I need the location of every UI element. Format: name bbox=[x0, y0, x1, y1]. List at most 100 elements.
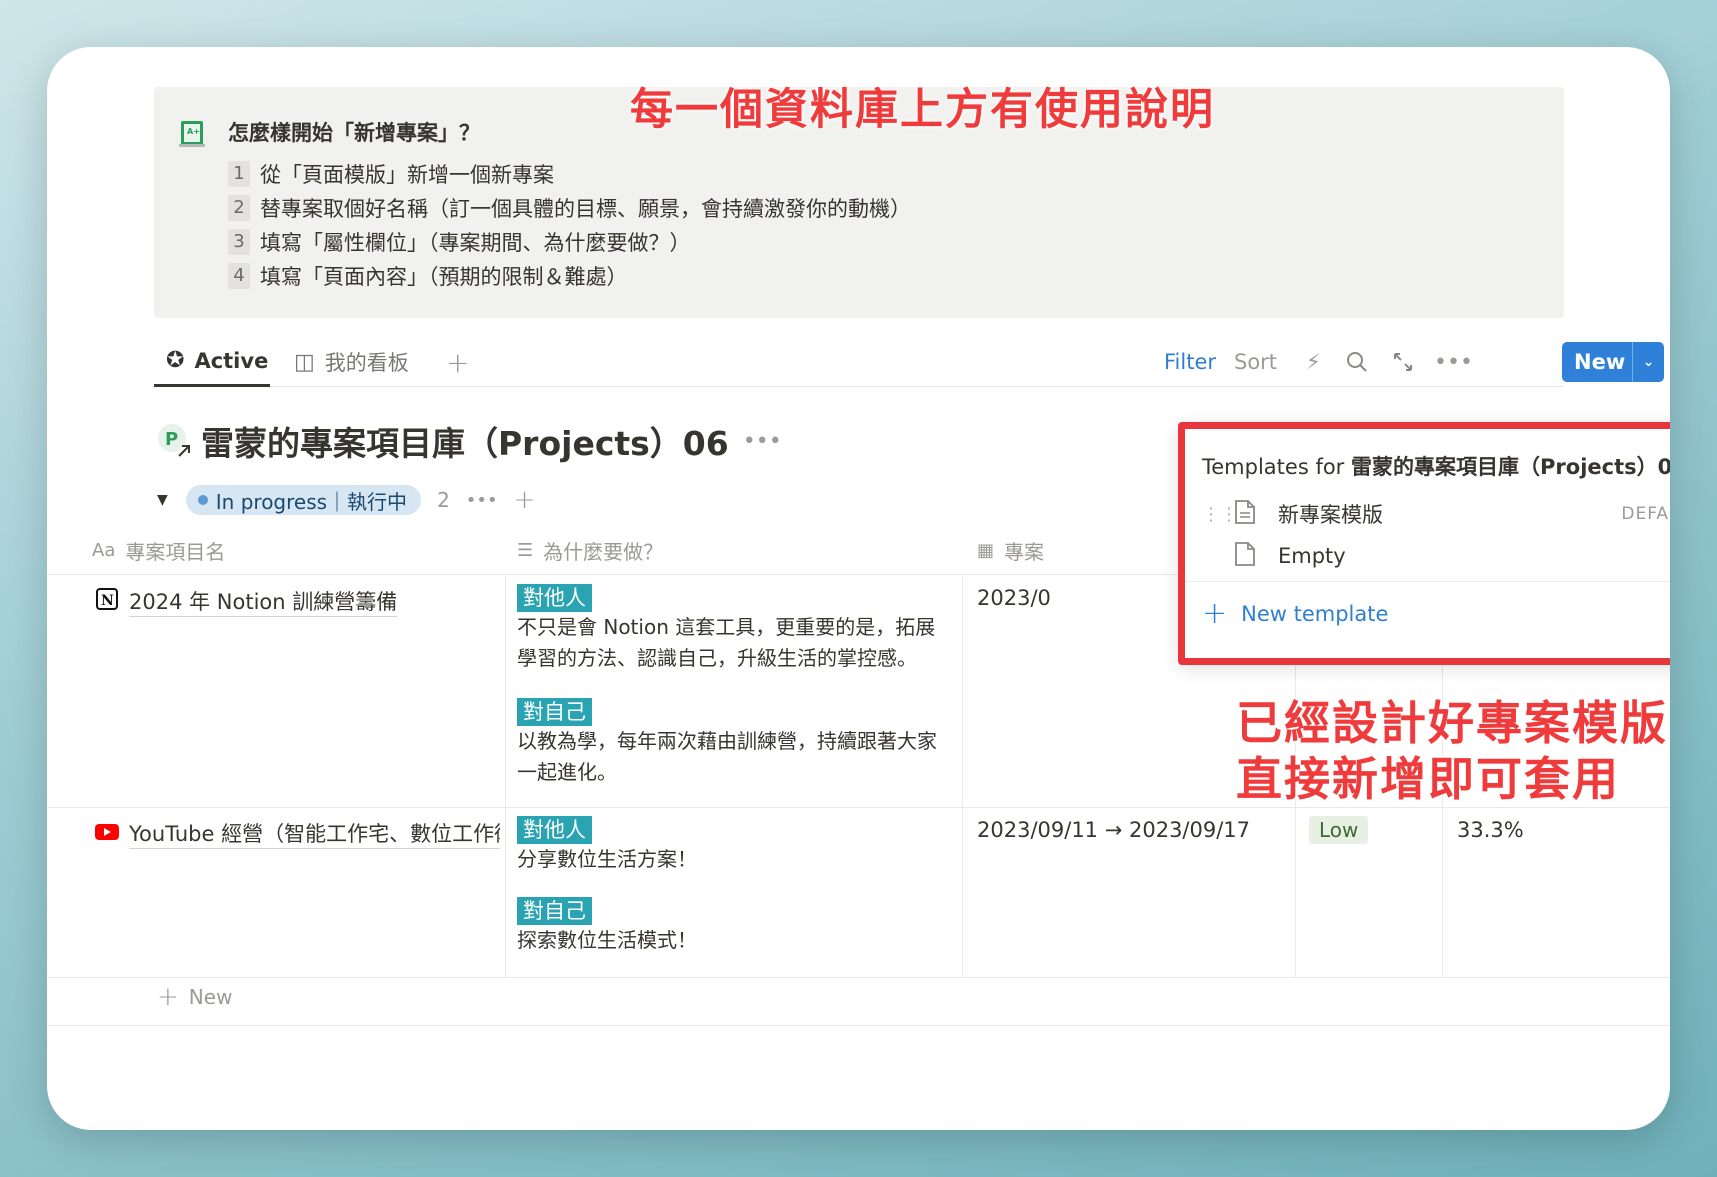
step-number: 3 bbox=[228, 229, 250, 255]
new-button[interactable]: New ⌄ bbox=[1562, 342, 1664, 382]
drag-handle-icon[interactable]: ⋮⋮ bbox=[1202, 504, 1238, 525]
column-label: 專案項目名 bbox=[125, 539, 226, 564]
add-view-button[interactable]: + bbox=[446, 337, 469, 387]
date-cell[interactable]: 2023/09/11 → 2023/09/17 bbox=[977, 818, 1250, 842]
search-icon[interactable] bbox=[1346, 337, 1368, 387]
document-icon bbox=[1234, 541, 1274, 572]
new-template-button[interactable]: + New template bbox=[1202, 596, 1388, 631]
board-icon: ◫ bbox=[294, 349, 315, 375]
new-template-label: New template bbox=[1241, 601, 1389, 626]
filter-button[interactable]: Filter bbox=[1164, 337, 1216, 387]
calendar-icon: ▦ bbox=[977, 539, 995, 561]
template-item-new-project[interactable]: ⋮⋮ 新專案模版 DEFAULT bbox=[1202, 494, 1670, 534]
database-title: P 雷蒙的專案項目庫（Projects）06 ••• bbox=[157, 417, 782, 465]
step-text: 填寫「屬性欄位」（專案期間、為什麼要做？） bbox=[260, 231, 691, 255]
templates-popup: Templates for 雷蒙的專案項目庫（Projects）06 ⋮⋮ 新專… bbox=[1178, 422, 1670, 665]
annotation-right-line1: 已經設計好專案模版 bbox=[1236, 696, 1668, 750]
sort-button[interactable]: Sort bbox=[1234, 337, 1277, 387]
column-label: 為什麼要做？ bbox=[543, 539, 664, 564]
svg-text:N: N bbox=[101, 593, 114, 609]
notion-window: A+ 怎麼樣開始「新增專案」？ 1 從「頁面模版」新增一個新專案 2 替專案取個… bbox=[47, 47, 1670, 1130]
svg-text:P: P bbox=[165, 429, 178, 450]
linked-database-icon: P bbox=[158, 424, 190, 457]
annotation-right-line2: 直接新增即可套用 bbox=[1236, 752, 1620, 806]
star-circle-icon: ✪ bbox=[166, 348, 185, 373]
document-icon bbox=[1234, 499, 1274, 530]
group-count: 2 bbox=[437, 488, 450, 512]
automation-icon[interactable]: ⚡ bbox=[1306, 337, 1321, 387]
add-new-row-button[interactable]: + New bbox=[157, 982, 232, 1012]
annotation-top: 每一個資料庫上方有使用說明 bbox=[630, 85, 1215, 135]
notion-icon: N bbox=[95, 587, 119, 616]
template-label: Empty bbox=[1278, 544, 1346, 568]
status-dot-icon bbox=[197, 495, 208, 505]
why-text-self: 探索數位生活模式！ bbox=[517, 928, 697, 952]
step-item: 2 替專案取個好名稱（訂一個具體的目標、願景，會持續激發你的動機） bbox=[228, 191, 911, 225]
svg-text:A+: A+ bbox=[187, 127, 200, 136]
step-number: 2 bbox=[228, 195, 250, 221]
step-number: 1 bbox=[228, 161, 250, 187]
column-header-name[interactable]: Aa 專案項目名 bbox=[92, 525, 225, 575]
divider bbox=[47, 1025, 1670, 1026]
view-tabs-bar: ✪ Active ◫ 我的看板 + Filter Sort ⚡ ••• New … bbox=[154, 337, 1664, 387]
why-text-others: 分享數位生活方案！ bbox=[517, 847, 697, 871]
youtube-icon bbox=[95, 822, 119, 846]
database-title-text[interactable]: 雷蒙的專案項目庫（Projects）06 bbox=[201, 417, 729, 465]
priority-cell[interactable]: Low bbox=[1309, 816, 1369, 844]
priority-tag: Low bbox=[1309, 816, 1369, 844]
tag-others: 對他人 bbox=[517, 584, 592, 612]
more-options-icon[interactable]: ••• bbox=[1434, 337, 1473, 387]
step-item: 4 填寫「頁面內容」（預期的限制＆難處） bbox=[228, 259, 911, 293]
project-name-cell[interactable]: N 2024 年 Notion 訓練營籌備 bbox=[95, 586, 500, 617]
template-label: 新專案模版 bbox=[1278, 503, 1383, 527]
why-cell[interactable]: 對他人 分享數位生活方案！ 對自己 探索數位生活模式！ bbox=[517, 816, 952, 956]
step-text: 填寫「頁面內容」（預期的限制＆難處） bbox=[260, 265, 628, 289]
popup-title-db: 雷蒙的專案項目庫（Projects）06 bbox=[1351, 455, 1670, 479]
step-text: 從「頁面模版」新增一個新專案 bbox=[260, 163, 554, 187]
text-type-icon: Aa bbox=[92, 539, 116, 561]
collapse-triangle-icon[interactable]: ▼ bbox=[157, 492, 168, 508]
tab-label: 我的看板 bbox=[324, 351, 409, 375]
template-item-empty[interactable]: Empty bbox=[1202, 536, 1670, 576]
expand-icon[interactable] bbox=[1392, 337, 1414, 387]
why-cell[interactable]: 對他人 不只是會 Notion 這套工具，更重要的是，拓展學習的方法、認識自己，… bbox=[517, 584, 952, 788]
step-number: 4 bbox=[228, 263, 250, 289]
column-header-period[interactable]: ▦ 專案 bbox=[977, 525, 1044, 575]
new-button-label: New bbox=[1574, 350, 1626, 374]
callout-title: 怎麼樣開始「新增專案」？ bbox=[228, 121, 480, 145]
tag-self: 對自己 bbox=[517, 897, 592, 925]
database-more-icon[interactable]: ••• bbox=[743, 429, 782, 454]
step-text: 替專案取個好名稱（訂一個具體的目標、願景，會持續激發你的動機） bbox=[260, 197, 911, 221]
group-add-icon[interactable]: + bbox=[514, 485, 536, 515]
step-item: 1 從「頁面模版」新增一個新專案 bbox=[228, 157, 911, 191]
group-more-icon[interactable]: ••• bbox=[466, 490, 498, 511]
why-text-others: 不只是會 Notion 這套工具，更重要的是，拓展學習的方法、認識自己，升級生活… bbox=[517, 615, 936, 670]
group-header: ▼ In progress｜執行中 2 ••• + bbox=[157, 483, 535, 517]
project-name-cell[interactable]: YouTube 經營（智能工作宅、數位工作術） bbox=[95, 818, 500, 849]
add-new-label: New bbox=[188, 985, 233, 1009]
tag-others: 對他人 bbox=[517, 816, 592, 844]
tab-active[interactable]: ✪ Active bbox=[154, 337, 270, 387]
callout-steps: 1 從「頁面模版」新增一個新專案 2 替專案取個好名稱（訂一個具體的目標、願景，… bbox=[228, 157, 911, 293]
column-label: 專案 bbox=[1004, 539, 1045, 564]
table-row[interactable]: YouTube 經營（智能工作宅、數位工作術） 對他人 分享數位生活方案！ 對自… bbox=[47, 808, 1670, 978]
project-name: 2024 年 Notion 訓練營籌備 bbox=[129, 586, 398, 617]
annotation-right: 已經設計好專案模版 直接新增即可套用 bbox=[1236, 695, 1668, 807]
date-cell[interactable]: 2023/0 bbox=[977, 586, 1051, 610]
project-name: YouTube 經營（智能工作宅、數位工作術） bbox=[129, 818, 500, 849]
column-header-why[interactable]: ☰ 為什麼要做？ bbox=[517, 525, 663, 575]
popup-title-prefix: Templates for bbox=[1202, 455, 1345, 479]
default-badge: DEFAULT bbox=[1621, 504, 1670, 524]
status-group-pill: In progress｜執行中 bbox=[185, 485, 422, 515]
tag-self: 對自己 bbox=[517, 698, 592, 726]
plus-icon: + bbox=[157, 982, 179, 1012]
popup-divider bbox=[1185, 581, 1670, 582]
tab-board[interactable]: ◫ 我的看板 bbox=[294, 337, 409, 387]
why-text-self: 以教為學，每年兩次藉由訓練營，持續跟著大家一起進化。 bbox=[517, 729, 937, 784]
chevron-down-icon[interactable]: ⌄ bbox=[1632, 342, 1664, 382]
book-icon: A+ bbox=[179, 121, 205, 147]
progress-cell[interactable]: 33.3% bbox=[1457, 818, 1524, 842]
step-item: 3 填寫「屬性欄位」（專案期間、為什麼要做？） bbox=[228, 225, 911, 259]
status-label: In progress｜執行中 bbox=[215, 489, 408, 514]
plus-icon: + bbox=[1202, 596, 1228, 631]
